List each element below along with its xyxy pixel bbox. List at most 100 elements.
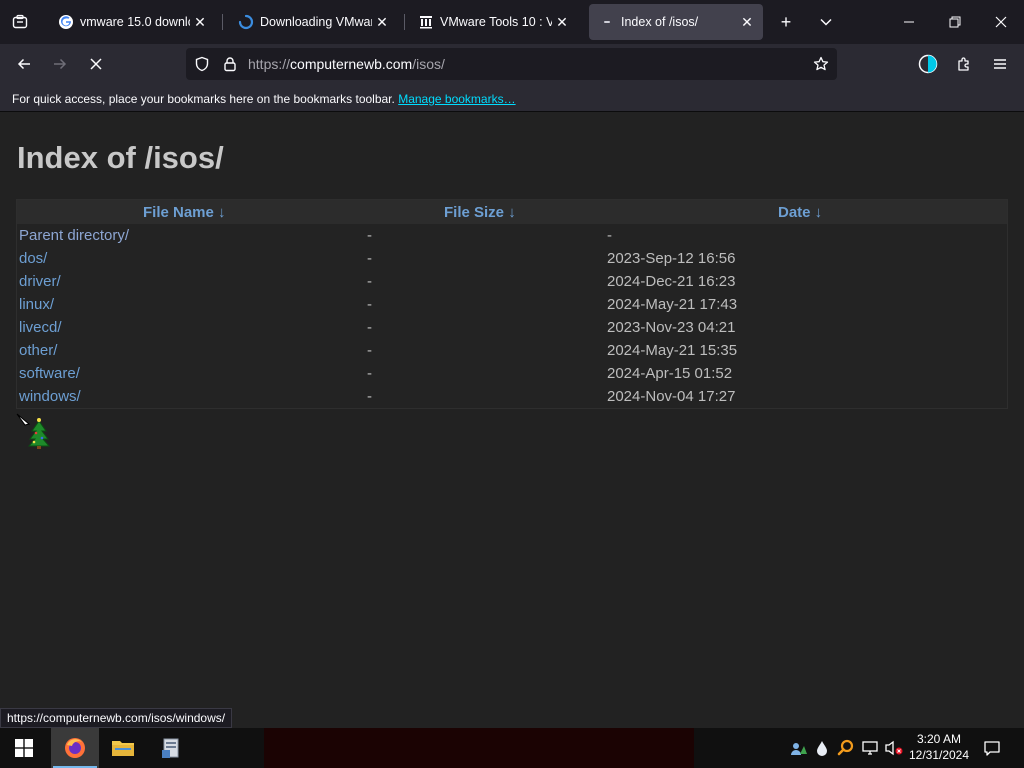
table-row: other/ - 2024-May-21 15:35: [17, 339, 1007, 362]
taskbar-file-explorer[interactable]: [99, 728, 147, 768]
table-row: livecd/ - 2023-Nov-23 04:21: [17, 316, 1007, 339]
file-date: -: [607, 227, 612, 244]
extensions-button[interactable]: [950, 50, 978, 78]
firefox-icon: [65, 738, 85, 758]
close-icon: [995, 16, 1007, 28]
network-people-icon[interactable]: [789, 738, 809, 758]
file-size: -: [367, 342, 372, 359]
account-button[interactable]: [914, 50, 942, 78]
start-icon: [15, 739, 33, 757]
new-tab-button[interactable]: +: [772, 8, 800, 36]
column-file-name[interactable]: File Name ↓: [143, 204, 226, 221]
bookmark-star-icon[interactable]: [813, 56, 829, 77]
back-button[interactable]: [10, 50, 38, 78]
tab-title: VMware Tools 10 : VMw: [440, 15, 552, 29]
file-date: 2024-Dec-21 16:23: [607, 273, 736, 290]
directory-link-software[interactable]: software/: [19, 365, 80, 382]
directory-link-driver[interactable]: driver/: [19, 273, 61, 290]
file-explorer-icon: [112, 741, 134, 756]
bookmarks-hint: For quick access, place your bookmarks h…: [12, 92, 516, 106]
clock-date: 12/31/2024: [908, 748, 970, 762]
network-monitor-icon[interactable]: [860, 738, 880, 758]
tab-vmware-tools[interactable]: VMware Tools 10 : VMw ✕: [408, 4, 578, 40]
tab-index-of-isos[interactable]: Index of /isos/ ✕: [589, 4, 763, 40]
chevron-down-icon: [820, 18, 832, 26]
plus-icon: +: [780, 11, 792, 32]
directory-link-other[interactable]: other/: [19, 342, 57, 359]
google-icon: [58, 14, 74, 30]
table-header: File Name ↓ File Size ↓ Date ↓: [17, 200, 1007, 224]
windows-taskbar: 3:20 AM 12/31/2024: [0, 728, 1024, 768]
menu-button[interactable]: [986, 50, 1014, 78]
tab-vmware-download[interactable]: vmware 15.0 download ✕: [48, 4, 216, 40]
firefox-view-button[interactable]: [6, 8, 34, 36]
directory-link-windows[interactable]: windows/: [19, 388, 81, 405]
tab-strip: vmware 15.0 download ✕ Downloading VMwar…: [0, 0, 1024, 44]
manage-bookmarks-link[interactable]: Manage bookmarks…: [398, 92, 515, 106]
url-scheme: https://: [248, 56, 291, 72]
column-date[interactable]: Date ↓: [778, 204, 822, 221]
file-date: 2024-May-21 17:43: [607, 296, 738, 313]
page-content: Index of /isos/ File Name ↓ File Size ↓ …: [0, 112, 1024, 728]
directory-link-linux[interactable]: linux/: [19, 296, 54, 313]
link-status-tooltip: https://computernewb.com/isos/windows/: [0, 708, 233, 728]
taskbar-app[interactable]: [147, 728, 195, 768]
forward-button[interactable]: [46, 50, 74, 78]
file-size: -: [367, 296, 372, 313]
file-size: -: [367, 388, 372, 405]
url-host: computernewb.com: [290, 56, 413, 72]
archive-org-icon: [418, 14, 434, 30]
close-icon[interactable]: ✕: [190, 12, 210, 32]
shield-icon[interactable]: [194, 56, 210, 77]
system-clock[interactable]: 3:20 AM 12/31/2024: [906, 731, 972, 763]
minimize-icon: [904, 21, 914, 23]
arrow-right-icon: [54, 58, 67, 70]
close-icon[interactable]: ✕: [372, 12, 392, 32]
taskbar-firefox[interactable]: [51, 728, 99, 768]
table-row: software/ - 2024-Apr-15 01:52: [17, 362, 1007, 385]
arrow-left-icon: [17, 58, 30, 70]
clock-time: 3:20 AM: [916, 732, 962, 746]
tab-downloading-vmware[interactable]: Downloading VMware ✕: [228, 4, 398, 40]
url-path: /isos/: [412, 56, 445, 72]
christmas-tree-cursor-icon: [16, 413, 50, 449]
close-window-button[interactable]: [978, 0, 1024, 44]
app-icon: [162, 738, 179, 758]
search-tool-icon[interactable]: [836, 738, 856, 758]
page-title: Index of /isos/: [17, 140, 224, 175]
file-size: -: [367, 319, 372, 336]
file-date: 2023-Sep-12 16:56: [607, 250, 736, 267]
firefox-view-icon: [12, 14, 28, 29]
stop-button[interactable]: [82, 50, 110, 78]
tab-separator: [222, 14, 223, 30]
puzzle-icon: [958, 57, 969, 71]
table-row: windows/ - 2024-Nov-04 17:27: [17, 385, 1007, 408]
lock-icon[interactable]: [222, 56, 238, 77]
directory-link-dos[interactable]: dos/: [19, 250, 47, 267]
start-button[interactable]: [0, 728, 48, 768]
close-icon[interactable]: ✕: [552, 12, 572, 32]
parent-directory-link[interactable]: Parent directory/: [19, 227, 129, 244]
directory-link-livecd[interactable]: livecd/: [19, 319, 62, 336]
file-size: -: [367, 273, 372, 290]
volume-muted-icon[interactable]: [884, 738, 904, 758]
notification-center-icon[interactable]: [982, 738, 1002, 758]
minimize-button[interactable]: [886, 0, 932, 44]
file-listing-table: File Name ↓ File Size ↓ Date ↓ Parent di…: [16, 199, 1008, 409]
address-bar[interactable]: https://computernewb.com/isos/: [186, 48, 837, 80]
stop-icon: [90, 58, 102, 70]
column-file-size[interactable]: File Size ↓: [444, 204, 516, 221]
droplet-icon[interactable]: [812, 738, 832, 758]
close-icon[interactable]: ✕: [737, 12, 757, 32]
url-text[interactable]: https://computernewb.com/isos/: [248, 56, 445, 72]
restore-button[interactable]: [932, 0, 978, 44]
bookmarks-hint-text: For quick access, place your bookmarks h…: [12, 92, 395, 106]
table-row: driver/ - 2024-Dec-21 16:23: [17, 270, 1007, 293]
restore-icon: [949, 16, 961, 28]
account-icon: [918, 54, 938, 74]
list-all-tabs-button[interactable]: [812, 8, 840, 36]
file-size: -: [367, 365, 372, 382]
tab-title: Index of /isos/: [621, 15, 699, 29]
page-dot-icon: [599, 14, 615, 30]
taskbar-background: [264, 728, 694, 768]
